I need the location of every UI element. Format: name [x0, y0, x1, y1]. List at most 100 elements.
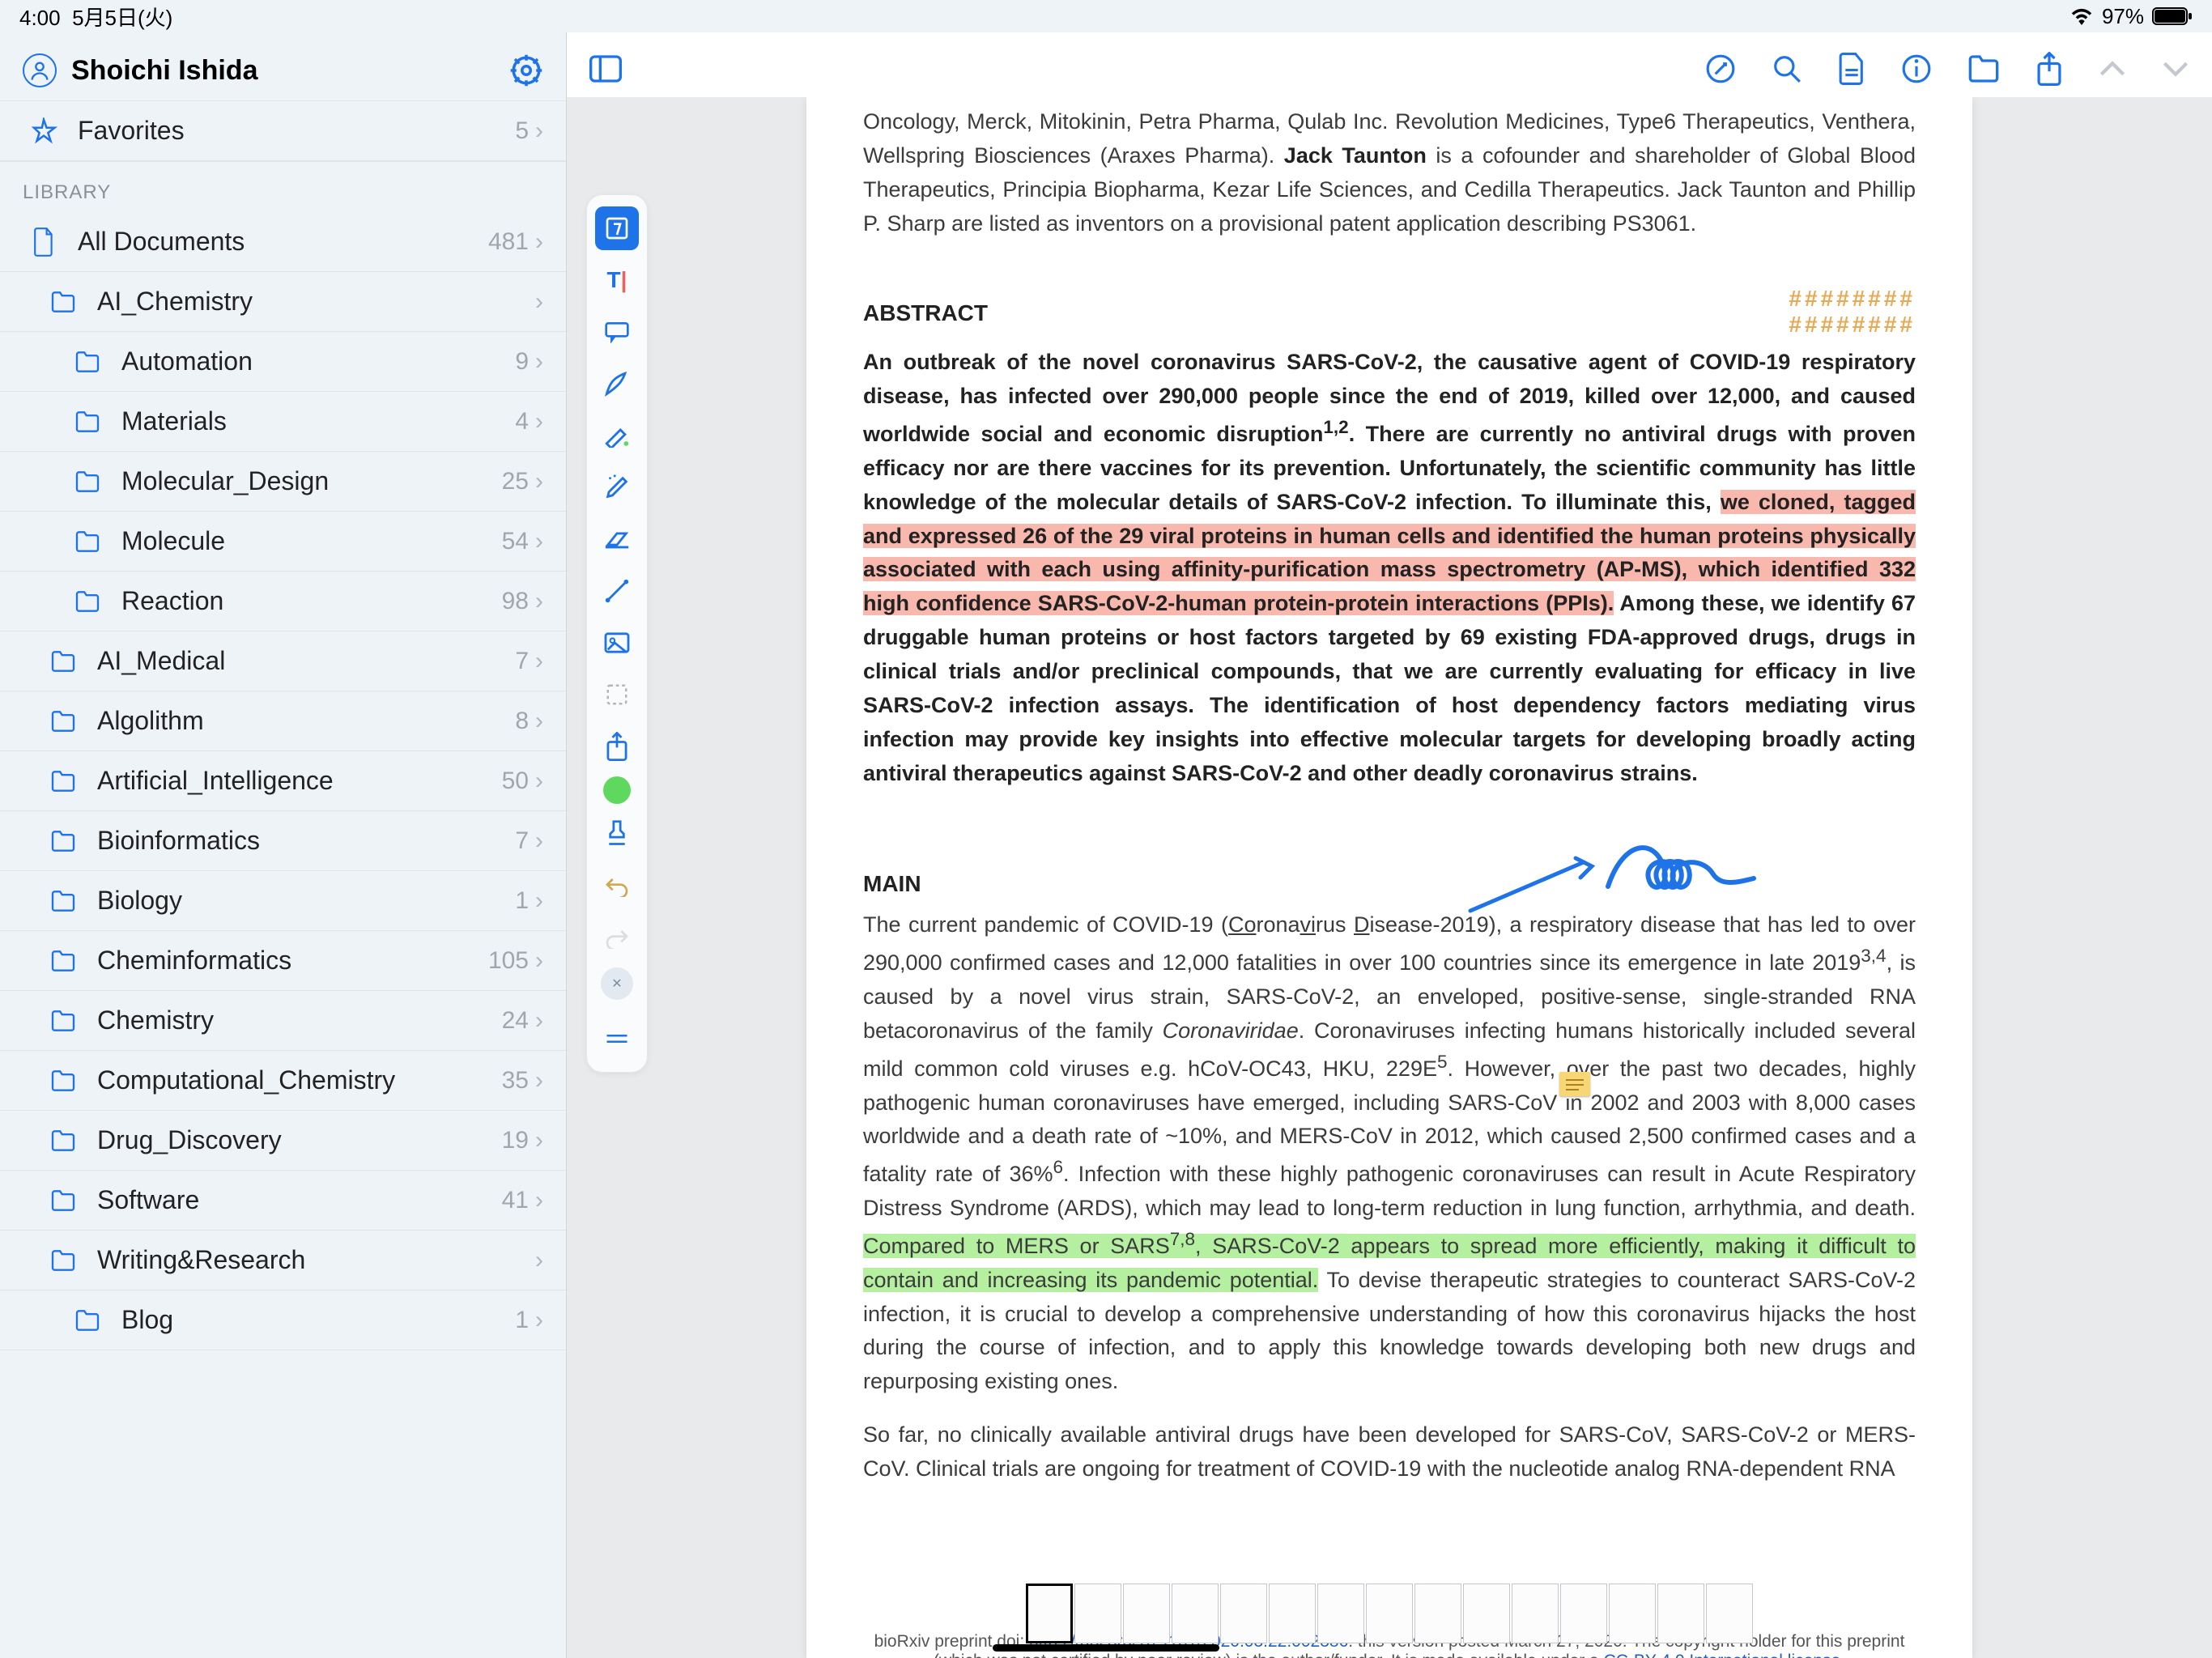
page-thumbnail[interactable] [1123, 1584, 1170, 1643]
image-tool[interactable] [595, 621, 639, 665]
main-text: D [1354, 912, 1370, 937]
folder-label: Molecule [121, 526, 225, 556]
page-icon[interactable] [1838, 53, 1865, 85]
close-toolbar[interactable]: ✕ [601, 967, 633, 1000]
folder-count: 24 [502, 1007, 529, 1035]
status-date: 5月5日(火) [72, 6, 172, 30]
folder-icon[interactable] [1967, 55, 2000, 83]
folder-row[interactable]: Cheminformatics105› [0, 931, 566, 991]
main-text: The current pandemic of COVID-19 ( [863, 912, 1228, 937]
folder-row[interactable]: Blog1› [0, 1290, 566, 1350]
all-documents-row[interactable]: All Documents 481› [0, 212, 566, 272]
color-green[interactable] [603, 776, 631, 804]
folder-row[interactable]: Biology1› [0, 871, 566, 931]
text-cursor-tool[interactable]: T| [595, 258, 639, 302]
highlighter-tool[interactable] [595, 414, 639, 457]
folder-row[interactable]: Artificial_Intelligence50› [0, 751, 566, 811]
highlight-text: Compared to MERS or SARS [863, 1234, 1170, 1258]
page-thumbnail[interactable] [1706, 1584, 1753, 1643]
chevron-down-icon[interactable] [2162, 60, 2189, 78]
folder-row[interactable]: AI_Medical7› [0, 631, 566, 691]
document-viewport[interactable]: T| ✕ Oncology, Merck, Mitokinin, Petra P… [567, 97, 2212, 1658]
page-thumbnail[interactable] [1026, 1584, 1073, 1643]
folder-row[interactable]: Computational_Chemistry35› [0, 1051, 566, 1111]
folder-row[interactable]: Chemistry24› [0, 991, 566, 1051]
folder-row[interactable]: Automation9› [0, 332, 566, 392]
stamp-tool[interactable] [595, 812, 639, 856]
folder-label: Molecular_Design [121, 466, 329, 496]
search-icon[interactable] [1772, 53, 1802, 84]
folder-count: 19 [502, 1127, 529, 1154]
folder-row[interactable]: Molecule54› [0, 512, 566, 572]
chevron-right-icon: › [535, 1247, 543, 1274]
folder-label: Biology [97, 886, 182, 916]
folder-icon [73, 351, 102, 372]
info-icon[interactable] [1901, 53, 1932, 84]
folder-label: Chemistry [97, 1005, 214, 1035]
folder-list[interactable]: AI_Chemistry›Automation9›Materials4›Mole… [0, 272, 566, 1658]
pencil-tool[interactable] [595, 466, 639, 509]
page-thumbnail[interactable] [1414, 1584, 1461, 1643]
folder-row[interactable]: Algolithm8› [0, 691, 566, 751]
folder-icon [49, 651, 78, 672]
folder-row[interactable]: Software 41› [0, 1171, 566, 1231]
page-thumbnail[interactable] [1366, 1584, 1413, 1643]
page-thumbnail[interactable] [1657, 1584, 1704, 1643]
eraser-tool[interactable] [595, 517, 639, 561]
page-thumbnails[interactable] [1026, 1584, 1753, 1643]
settings-button[interactable] [509, 53, 543, 87]
page-thumbnail[interactable] [1609, 1584, 1656, 1643]
page-thumbnail[interactable] [1172, 1584, 1219, 1643]
undo-tool[interactable] [595, 864, 639, 908]
page-thumbnail[interactable] [1512, 1584, 1559, 1643]
citation: 1,2 [1323, 417, 1348, 437]
text-tool[interactable] [595, 206, 639, 250]
comment-tool[interactable] [595, 310, 639, 354]
menu-icon[interactable] [595, 1017, 639, 1061]
chevron-right-icon: › [535, 288, 543, 316]
folder-row[interactable]: Drug_Discovery19› [0, 1111, 566, 1171]
page-thumbnail[interactable] [1074, 1584, 1121, 1643]
folder-label: Software [97, 1185, 199, 1215]
library-heading: LIBRARY [0, 162, 566, 212]
page-thumbnail[interactable] [1269, 1584, 1316, 1643]
folder-row[interactable]: Molecular_Design25› [0, 452, 566, 512]
edit-icon[interactable] [1705, 53, 1736, 84]
folder-row[interactable]: Materials4› [0, 392, 566, 452]
folder-row[interactable]: Writing&Research› [0, 1231, 566, 1290]
chevron-right-icon: › [535, 528, 543, 555]
folder-icon [49, 831, 78, 852]
main-text: Coronaviridae [1163, 1018, 1299, 1043]
main-text: Co [1228, 912, 1257, 937]
selection-tool[interactable] [595, 673, 639, 716]
chevron-right-icon: › [535, 947, 543, 975]
hash-annotation: ######## [1789, 312, 1916, 338]
folder-count: 41 [502, 1187, 529, 1214]
folder-row[interactable]: Reaction98› [0, 572, 566, 631]
chevron-up-icon[interactable] [2099, 60, 2126, 78]
page-thumbnail[interactable] [1317, 1584, 1364, 1643]
folder-count: 98 [502, 588, 529, 615]
export-tool[interactable] [595, 725, 639, 768]
folder-icon [49, 291, 78, 312]
battery-icon [2152, 6, 2193, 26]
home-indicator[interactable] [993, 1644, 1219, 1652]
chevron-right-icon: › [535, 408, 543, 436]
page-thumbnail[interactable] [1560, 1584, 1607, 1643]
sidebar-toggle-icon[interactable] [589, 54, 622, 83]
folder-icon [49, 950, 78, 971]
favorites-row[interactable]: Favorites 5› [0, 101, 566, 161]
sticky-note[interactable] [1559, 1072, 1590, 1096]
folder-row[interactable]: AI_Chemistry› [0, 272, 566, 332]
chevron-right-icon: › [535, 1187, 543, 1214]
line-tool[interactable] [595, 569, 639, 613]
user-profile[interactable]: Shoichi Ishida [23, 53, 257, 87]
folder-icon [73, 1310, 102, 1331]
page-thumbnail[interactable] [1220, 1584, 1267, 1643]
license-link[interactable]: CC-BY 4.0 International license [1604, 1652, 1841, 1658]
share-icon[interactable] [2035, 52, 2063, 86]
redo-tool[interactable] [595, 916, 639, 959]
page-thumbnail[interactable] [1463, 1584, 1510, 1643]
folder-row[interactable]: Bioinformatics7› [0, 811, 566, 871]
pen-tool[interactable] [595, 362, 639, 406]
